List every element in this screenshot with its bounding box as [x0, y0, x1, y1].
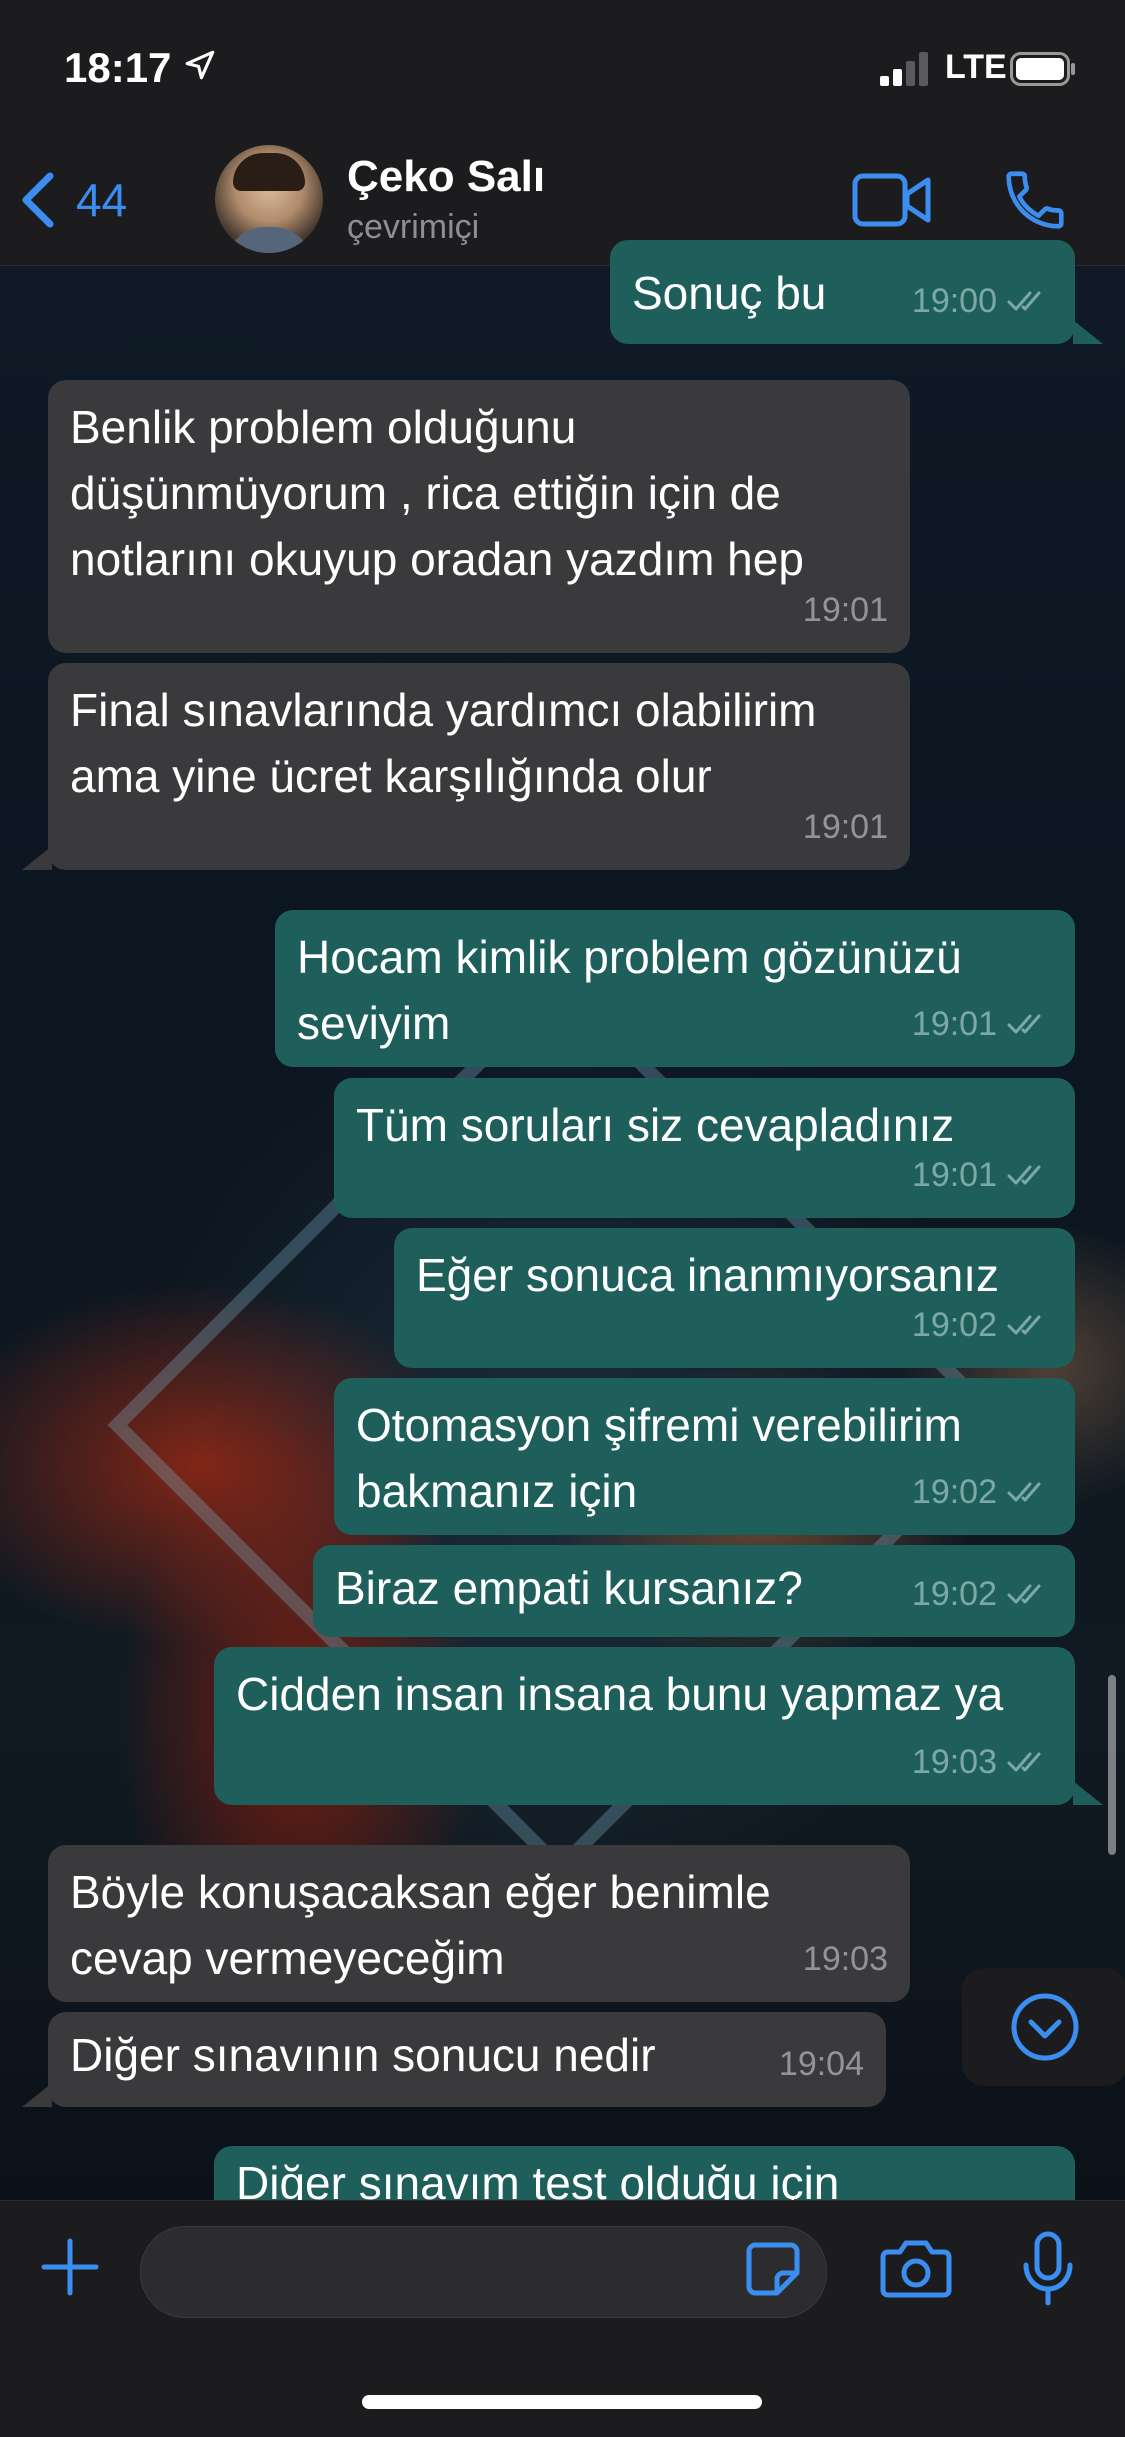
- bubble-tail: [22, 846, 52, 870]
- message-outgoing[interactable]: Hocam kimlik problem gözünüzü seviyim 19…: [275, 910, 1075, 1067]
- message-time: 19:02: [911, 1306, 997, 1344]
- scrollbar[interactable]: [1108, 1675, 1116, 1855]
- message-time: 19:03: [911, 1743, 997, 1781]
- message-time: 19:03: [802, 1940, 888, 1978]
- message-outgoing[interactable]: Eğer sonuca inanmıyorsanız 19:02: [394, 1228, 1075, 1368]
- message-outgoing[interactable]: Cidden insan insana bunu yapmaz ya 19:03: [214, 1647, 1075, 1805]
- chevron-down-icon: [1011, 1993, 1078, 2061]
- message-time: 19:01: [911, 1005, 997, 1043]
- message-text: Cidden insan insana bunu yapmaz ya: [236, 1668, 1004, 1720]
- message-time: 19:01: [911, 1156, 997, 1194]
- message-outgoing[interactable]: Otomasyon şifremi verebilirim bakmanız i…: [334, 1378, 1075, 1535]
- message-input[interactable]: [140, 2226, 827, 2318]
- status-time: 18:17: [64, 44, 172, 91]
- back-button[interactable]: 44: [20, 170, 127, 230]
- microphone-icon: [1023, 2231, 1073, 2306]
- video-call-button[interactable]: [852, 170, 932, 235]
- message-time: 19:00: [911, 282, 997, 320]
- contact-name[interactable]: Çeko Salı: [347, 152, 545, 202]
- message-incoming[interactable]: Final sınavlarında yardımcı olabilirim a…: [48, 663, 910, 870]
- camera-icon: [880, 2240, 952, 2298]
- message-incoming[interactable]: Böyle konuşacaksan eğer benimle cevap ve…: [48, 1845, 910, 2002]
- message-text: Otomasyon şifremi verebilirim bakmanız i…: [356, 1399, 962, 1517]
- network-type: LTE: [945, 48, 1007, 86]
- message-text: Böyle konuşacaksan eğer benimle cevap ve…: [70, 1866, 771, 1984]
- message-text: Biraz empati kursanız?: [335, 1562, 803, 1614]
- message-time: 19:04: [778, 2045, 864, 2083]
- message-time: 19:01: [802, 808, 888, 846]
- plus-icon: [41, 2238, 99, 2296]
- message-incoming[interactable]: Diğer sınavının sonucu nedir 19:04: [48, 2012, 886, 2107]
- voice-call-button[interactable]: [1000, 165, 1070, 240]
- microphone-button[interactable]: [1020, 2231, 1076, 2312]
- battery-icon: [1010, 52, 1076, 91]
- status-bar: 18:17 LTE: [0, 0, 1125, 140]
- double-check-icon: [1007, 1014, 1041, 1034]
- bubble-tail: [1073, 1781, 1103, 1805]
- double-check-icon: [1007, 1584, 1041, 1604]
- double-check-icon: [1007, 1752, 1041, 1772]
- video-camera-icon: [852, 173, 931, 227]
- message-incoming[interactable]: Benlik problem olduğunu düşünmüyorum , r…: [48, 380, 910, 653]
- phone-icon: [1006, 171, 1064, 229]
- location-arrow-icon: [183, 48, 217, 87]
- double-check-icon: [1007, 1315, 1041, 1335]
- message-time: 19:01: [802, 591, 888, 629]
- message-time: 19:02: [911, 1575, 997, 1613]
- message-text: Tüm soruları siz cevapladınız: [356, 1099, 955, 1151]
- double-check-icon: [1007, 1165, 1041, 1185]
- message-text: Benlik problem olduğunu düşünmüyorum , r…: [70, 401, 804, 585]
- chevron-left-icon: [22, 172, 54, 228]
- double-check-icon: [1007, 1482, 1041, 1502]
- unread-count: 44: [76, 174, 128, 226]
- attach-button[interactable]: [40, 2237, 100, 2302]
- sticker-icon: [746, 2242, 800, 2296]
- message-outgoing[interactable]: Sonuç bu 19:00: [610, 240, 1075, 344]
- bubble-tail: [1073, 320, 1103, 344]
- avatar[interactable]: [215, 145, 323, 253]
- message-text: Sonuç bu: [632, 267, 827, 319]
- message-text: Final sınavlarında yardımcı olabilirim a…: [70, 684, 817, 802]
- bubble-tail: [22, 2083, 52, 2107]
- home-indicator[interactable]: [362, 2395, 762, 2409]
- scroll-to-bottom-button[interactable]: [962, 1968, 1125, 2086]
- signal-icon: [880, 52, 932, 91]
- message-text: Hocam kimlik problem gözünüzü seviyim: [297, 931, 962, 1049]
- sticker-button[interactable]: [745, 2241, 801, 2302]
- message-time: 19:02: [911, 1473, 997, 1511]
- contact-status: çevrimiçi: [347, 208, 480, 246]
- double-check-icon: [1007, 291, 1041, 311]
- message-text: Diğer sınavının sonucu nedir: [70, 2029, 656, 2081]
- camera-button[interactable]: [880, 2236, 952, 2305]
- message-outgoing[interactable]: Biraz empati kursanız? 19:02: [313, 1545, 1075, 1637]
- message-outgoing[interactable]: Tüm soruları siz cevapladınız 19:01: [334, 1078, 1075, 1218]
